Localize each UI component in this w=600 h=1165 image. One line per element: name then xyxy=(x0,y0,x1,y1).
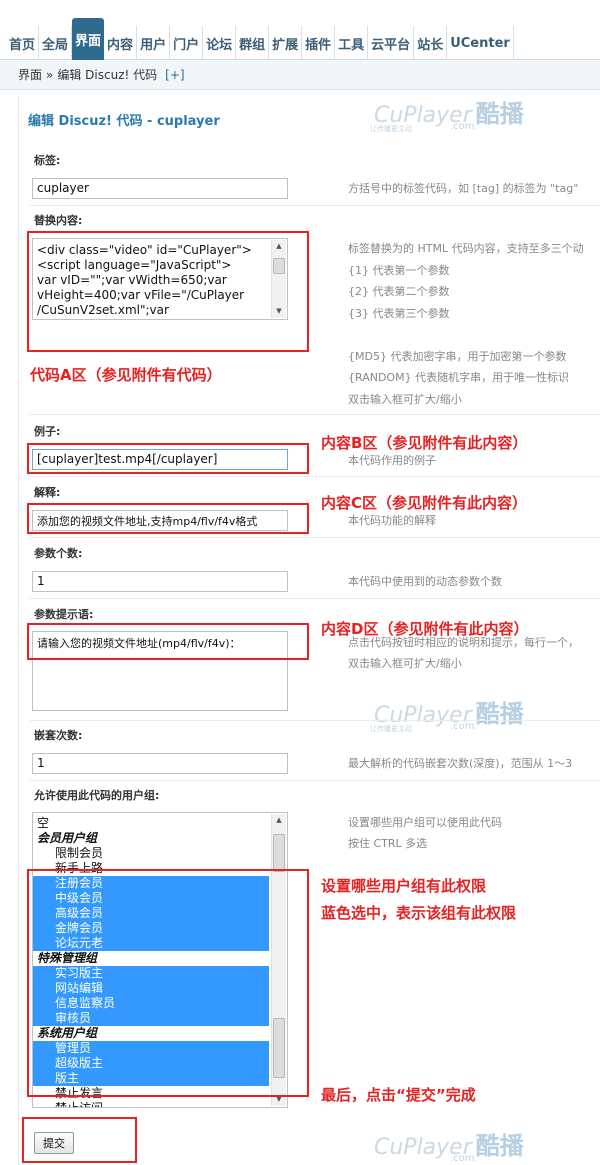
nav-tab[interactable]: 首页 xyxy=(6,26,40,60)
nav-tab[interactable]: 工具 xyxy=(335,26,369,60)
nav-tab[interactable]: 扩展 xyxy=(269,26,303,60)
breadcrumb-current: 编辑 Discuz! 代码 xyxy=(57,68,158,82)
annotation-area-c: 内容C区（参见附件有此内容） xyxy=(321,494,528,512)
nav-tab[interactable]: 全局 xyxy=(39,26,73,60)
param-prompt-label: 参数提示语: xyxy=(34,608,94,621)
annotation-box-b xyxy=(27,443,309,474)
annotation-area-a: 代码A区（参见附件有代码） xyxy=(30,366,222,384)
nav-tab[interactable]: 站长 xyxy=(414,26,448,60)
divider xyxy=(30,414,600,415)
replace-hint-line: 标签替换为的 HTML 代码内容，支持至多三个动 xyxy=(348,242,584,255)
nav-tab[interactable]: 界面 xyxy=(72,18,105,60)
page-title: 编辑 Discuz! 代码 - cuplayer xyxy=(28,114,220,129)
divider xyxy=(30,537,600,538)
watermark-logo-bottom: CuPlayer 酷播 xyxy=(374,1126,524,1161)
param-prompt-hint-line: 双击输入框可扩大/缩小 xyxy=(348,657,462,670)
divider xyxy=(30,476,600,477)
nav-tab[interactable]: 用户 xyxy=(137,26,171,60)
tag-hint: 方括号中的标签代码，如 [tag] 的标签为 "tag" xyxy=(348,182,579,195)
replace-hint-line: {2} 代表第二个参数 xyxy=(348,285,450,298)
annotation-groups-2: 蓝色选中，表示该组有此权限 xyxy=(321,904,517,922)
watermark-slogan: 让传播更主动 xyxy=(370,125,412,133)
watermark-slogan: 让传播更主动 xyxy=(370,725,412,733)
groups-label: 允许使用此代码的用户组: xyxy=(34,789,160,802)
watermark-dotcom: .com xyxy=(450,121,475,132)
group-option[interactable]: 空 xyxy=(33,816,269,831)
annotation-groups-1: 设置哪些用户组有此权限 xyxy=(321,877,487,895)
watermark-dotcom: .com xyxy=(450,721,475,732)
replace-hint-line: {1} 代表第一个参数 xyxy=(348,263,450,277)
scroll-up-arrow-icon[interactable]: ▲ xyxy=(272,814,286,827)
explanation-hint: 本代码功能的解释 xyxy=(348,514,436,527)
divider xyxy=(30,780,600,781)
annotation-final: 最后，点击“提交”完成 xyxy=(321,1086,476,1104)
divider xyxy=(30,205,600,206)
explanation-label: 解释: xyxy=(34,486,61,499)
replace-hint-line: {RANDOM} 代表随机字串，用于唯一性标识 xyxy=(348,371,570,384)
nav-tab[interactable]: UCenter xyxy=(447,26,514,60)
param-count-hint: 本代码中使用到的动态参数个数 xyxy=(348,575,502,588)
breadcrumb-expand-button[interactable]: [+] xyxy=(165,68,184,82)
annotation-box-d xyxy=(27,623,309,660)
breadcrumb-root[interactable]: 界面 xyxy=(18,66,42,83)
nest-label: 嵌套次数: xyxy=(34,729,83,742)
group-option[interactable]: 禁止访问 xyxy=(33,1101,269,1107)
scroll-thumb-top[interactable] xyxy=(273,834,285,872)
groups-hint-1: 设置哪些用户组可以使用此代码 xyxy=(348,816,502,829)
annotation-box-submit xyxy=(22,1117,137,1163)
tag-input[interactable]: cuplayer xyxy=(32,178,288,199)
annotation-area-d: 内容D区（参见附件有此内容） xyxy=(321,620,529,638)
nav-tabs: 首页 全局 界面 内容 用户 门户 论坛 群组 扩展 插件 工具 云平台 站长 UCenter xyxy=(6,18,514,60)
replace-label: 替换内容: xyxy=(34,214,83,227)
groups-hint-2: 按住 CTRL 多选 xyxy=(348,837,428,850)
param-count-input[interactable]: 1 xyxy=(32,571,288,592)
nav-tab[interactable]: 论坛 xyxy=(203,26,237,60)
watermark-brand-cn: 酷播 xyxy=(475,100,524,128)
example-label: 例子: xyxy=(34,425,61,438)
group-option[interactable]: 限制会员 xyxy=(33,846,269,861)
nav-tab[interactable]: 插件 xyxy=(302,26,336,60)
annotation-area-b: 内容B区（参见附件有此内容） xyxy=(321,434,528,452)
top-nav: 首页 全局 界面 内容 用户 门户 论坛 群组 扩展 插件 工具 云平台 站长 UCenter xyxy=(0,0,600,60)
nav-tab[interactable]: 门户 xyxy=(170,26,204,60)
breadcrumb: 界面 » 编辑 Discuz! 代码 [+] xyxy=(0,60,600,90)
watermark-brand-cn: 酷播 xyxy=(475,1132,524,1160)
nest-hint: 最大解析的代码嵌套次数(深度)，范围从 1～3 xyxy=(348,757,573,770)
divider xyxy=(30,720,600,721)
divider xyxy=(30,598,600,599)
replace-hint-line: {MD5} 代表加密字串，用于加密第一个参数 xyxy=(348,349,567,363)
nav-tab[interactable]: 群组 xyxy=(236,26,270,60)
replace-hint-line: 双击输入框可扩大/缩小 xyxy=(348,392,462,406)
example-hint: 本代码作用的例子 xyxy=(348,454,436,467)
watermark-brand-cn: 酷播 xyxy=(475,700,524,728)
watermark-dotcom: .com xyxy=(450,1153,475,1164)
param-count-label: 参数个数: xyxy=(34,547,83,560)
annotation-box-c xyxy=(27,503,309,534)
nav-tab[interactable]: 内容 xyxy=(104,26,138,60)
nav-tab[interactable]: 云平台 xyxy=(368,26,415,60)
tag-label: 标签: xyxy=(34,154,61,167)
breadcrumb-separator: » xyxy=(46,67,54,82)
group-header: 会员用户组 xyxy=(37,831,98,845)
annotation-box-groups xyxy=(27,869,309,1097)
replace-hint-line: {3} 代表第三个参数 xyxy=(348,306,450,320)
nest-input[interactable]: 1 xyxy=(32,753,288,774)
annotation-box-a xyxy=(27,231,309,352)
